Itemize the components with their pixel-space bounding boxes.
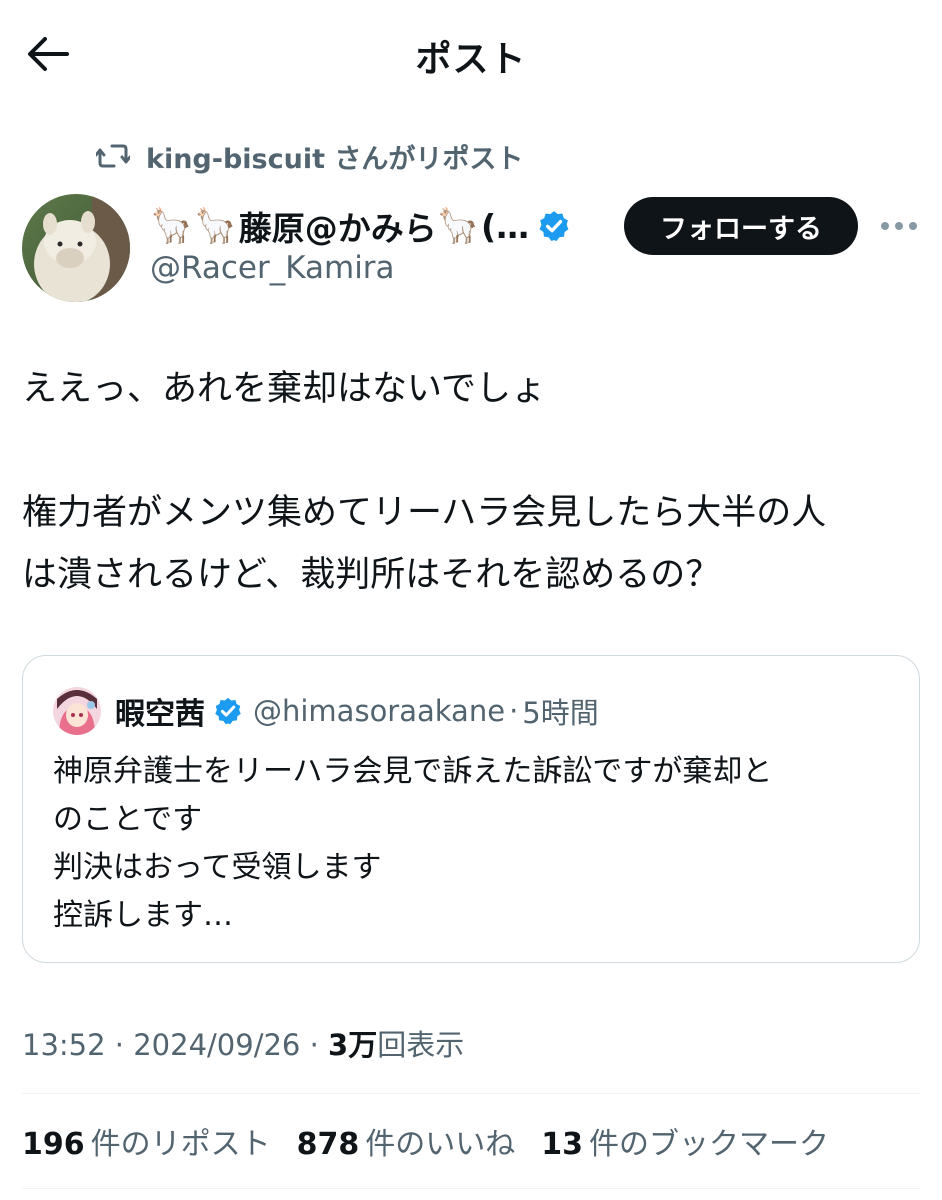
quoted-tweet[interactable]: 暇空茜 @himasoraakane · 5時間 神原弁護士をリーハラ会見で訴え… xyxy=(22,655,920,963)
views-label: 回表示 xyxy=(377,1028,465,1062)
repost-label: king-biscuit さんがリポスト xyxy=(146,143,524,175)
llama-emoji-1: 🦙 xyxy=(150,206,193,246)
author-name-suffix: (… xyxy=(481,206,530,246)
tweet-body: ええっ、あれを棄却はないでしょ 権力者がメンツ集めてリーハラ会見したら大半の人 … xyxy=(22,358,922,606)
tweet-time[interactable]: 13:52 xyxy=(22,1028,106,1062)
author-name-row[interactable]: 🦙 🦙 藤原@かみら 🦙 (… xyxy=(150,200,571,252)
quoted-line: 神原弁護士をリーハラ会見で訴えた訴訟ですが棄却と xyxy=(53,754,773,789)
tweet-line: 権力者がメンツ集めてリーハラ会見したら大半の人 xyxy=(22,493,827,533)
quoted-line: 控訴します… xyxy=(53,898,233,933)
follow-button[interactable]: フォローする xyxy=(624,197,858,255)
likes-stat[interactable]: 878 件のいいね xyxy=(297,1119,516,1163)
divider xyxy=(22,1188,920,1189)
meta-separator: · xyxy=(105,1028,134,1062)
quoted-author-handle: @himasoraakane xyxy=(253,694,506,728)
meta-separator: · xyxy=(300,1028,329,1062)
quoted-verified-badge-icon xyxy=(213,696,243,726)
quoted-timestamp: 5時間 xyxy=(522,696,599,730)
reposts-count: 196 xyxy=(22,1127,85,1162)
top-bar: ポスト xyxy=(0,0,942,110)
repost-context[interactable]: king-biscuit さんがリポスト xyxy=(96,136,523,176)
likes-label: 件のいいね xyxy=(365,1127,516,1162)
llama-emoji-2: 🦙 xyxy=(194,206,237,246)
repost-icon xyxy=(96,138,132,174)
page-title: ポスト xyxy=(415,39,527,80)
tweet-line: は潰されるけど、裁判所はそれを認めるの？ xyxy=(22,555,721,595)
bookmarks-stat[interactable]: 13 件のブックマーク xyxy=(541,1119,829,1163)
quoted-line: 判決はおって受領します xyxy=(53,850,382,885)
reposts-stat[interactable]: 196 件のリポスト xyxy=(22,1119,271,1163)
author-avatar[interactable] xyxy=(22,194,130,302)
bookmarks-count: 13 xyxy=(541,1127,583,1162)
quoted-author-avatar xyxy=(53,687,101,735)
llama-emoji-3: 🦙 xyxy=(436,206,480,246)
author-display-name: 藤原@かみら xyxy=(238,209,437,248)
author-handle[interactable]: @Racer_Kamira xyxy=(150,250,395,286)
views-count: 3万 xyxy=(328,1028,378,1062)
more-dots-icon xyxy=(881,222,917,230)
reposts-label: 件のリポスト xyxy=(90,1127,271,1162)
divider xyxy=(22,1093,920,1094)
quoted-tweet-header: 暇空茜 @himasoraakane · 5時間 xyxy=(53,686,599,736)
engagement-stats: 196 件のリポスト 878 件のいいね 13 件のブックマーク xyxy=(22,1118,855,1164)
quoted-separator-dot: · xyxy=(509,694,519,728)
tweet-line: ええっ、あれを棄却はないでしょ xyxy=(22,369,546,409)
likes-count: 878 xyxy=(296,1127,360,1162)
quoted-tweet-body: 神原弁護士をリーハラ会見で訴えた訴訟ですが棄却と のことです 判決はおって受領し… xyxy=(53,748,772,940)
more-options-button[interactable] xyxy=(878,206,920,246)
tweet-blank-line xyxy=(22,420,922,482)
bookmarks-label: 件のブックマーク xyxy=(589,1127,829,1162)
tweet-date[interactable]: 2024/09/26 xyxy=(133,1028,300,1062)
tweet-meta: 13:52 · 2024/09/26 · 3万回表示 xyxy=(22,1022,464,1064)
verified-badge-icon xyxy=(537,209,571,243)
quoted-line: のことです xyxy=(53,802,203,837)
quoted-author-name: 暇空茜 xyxy=(115,697,205,732)
